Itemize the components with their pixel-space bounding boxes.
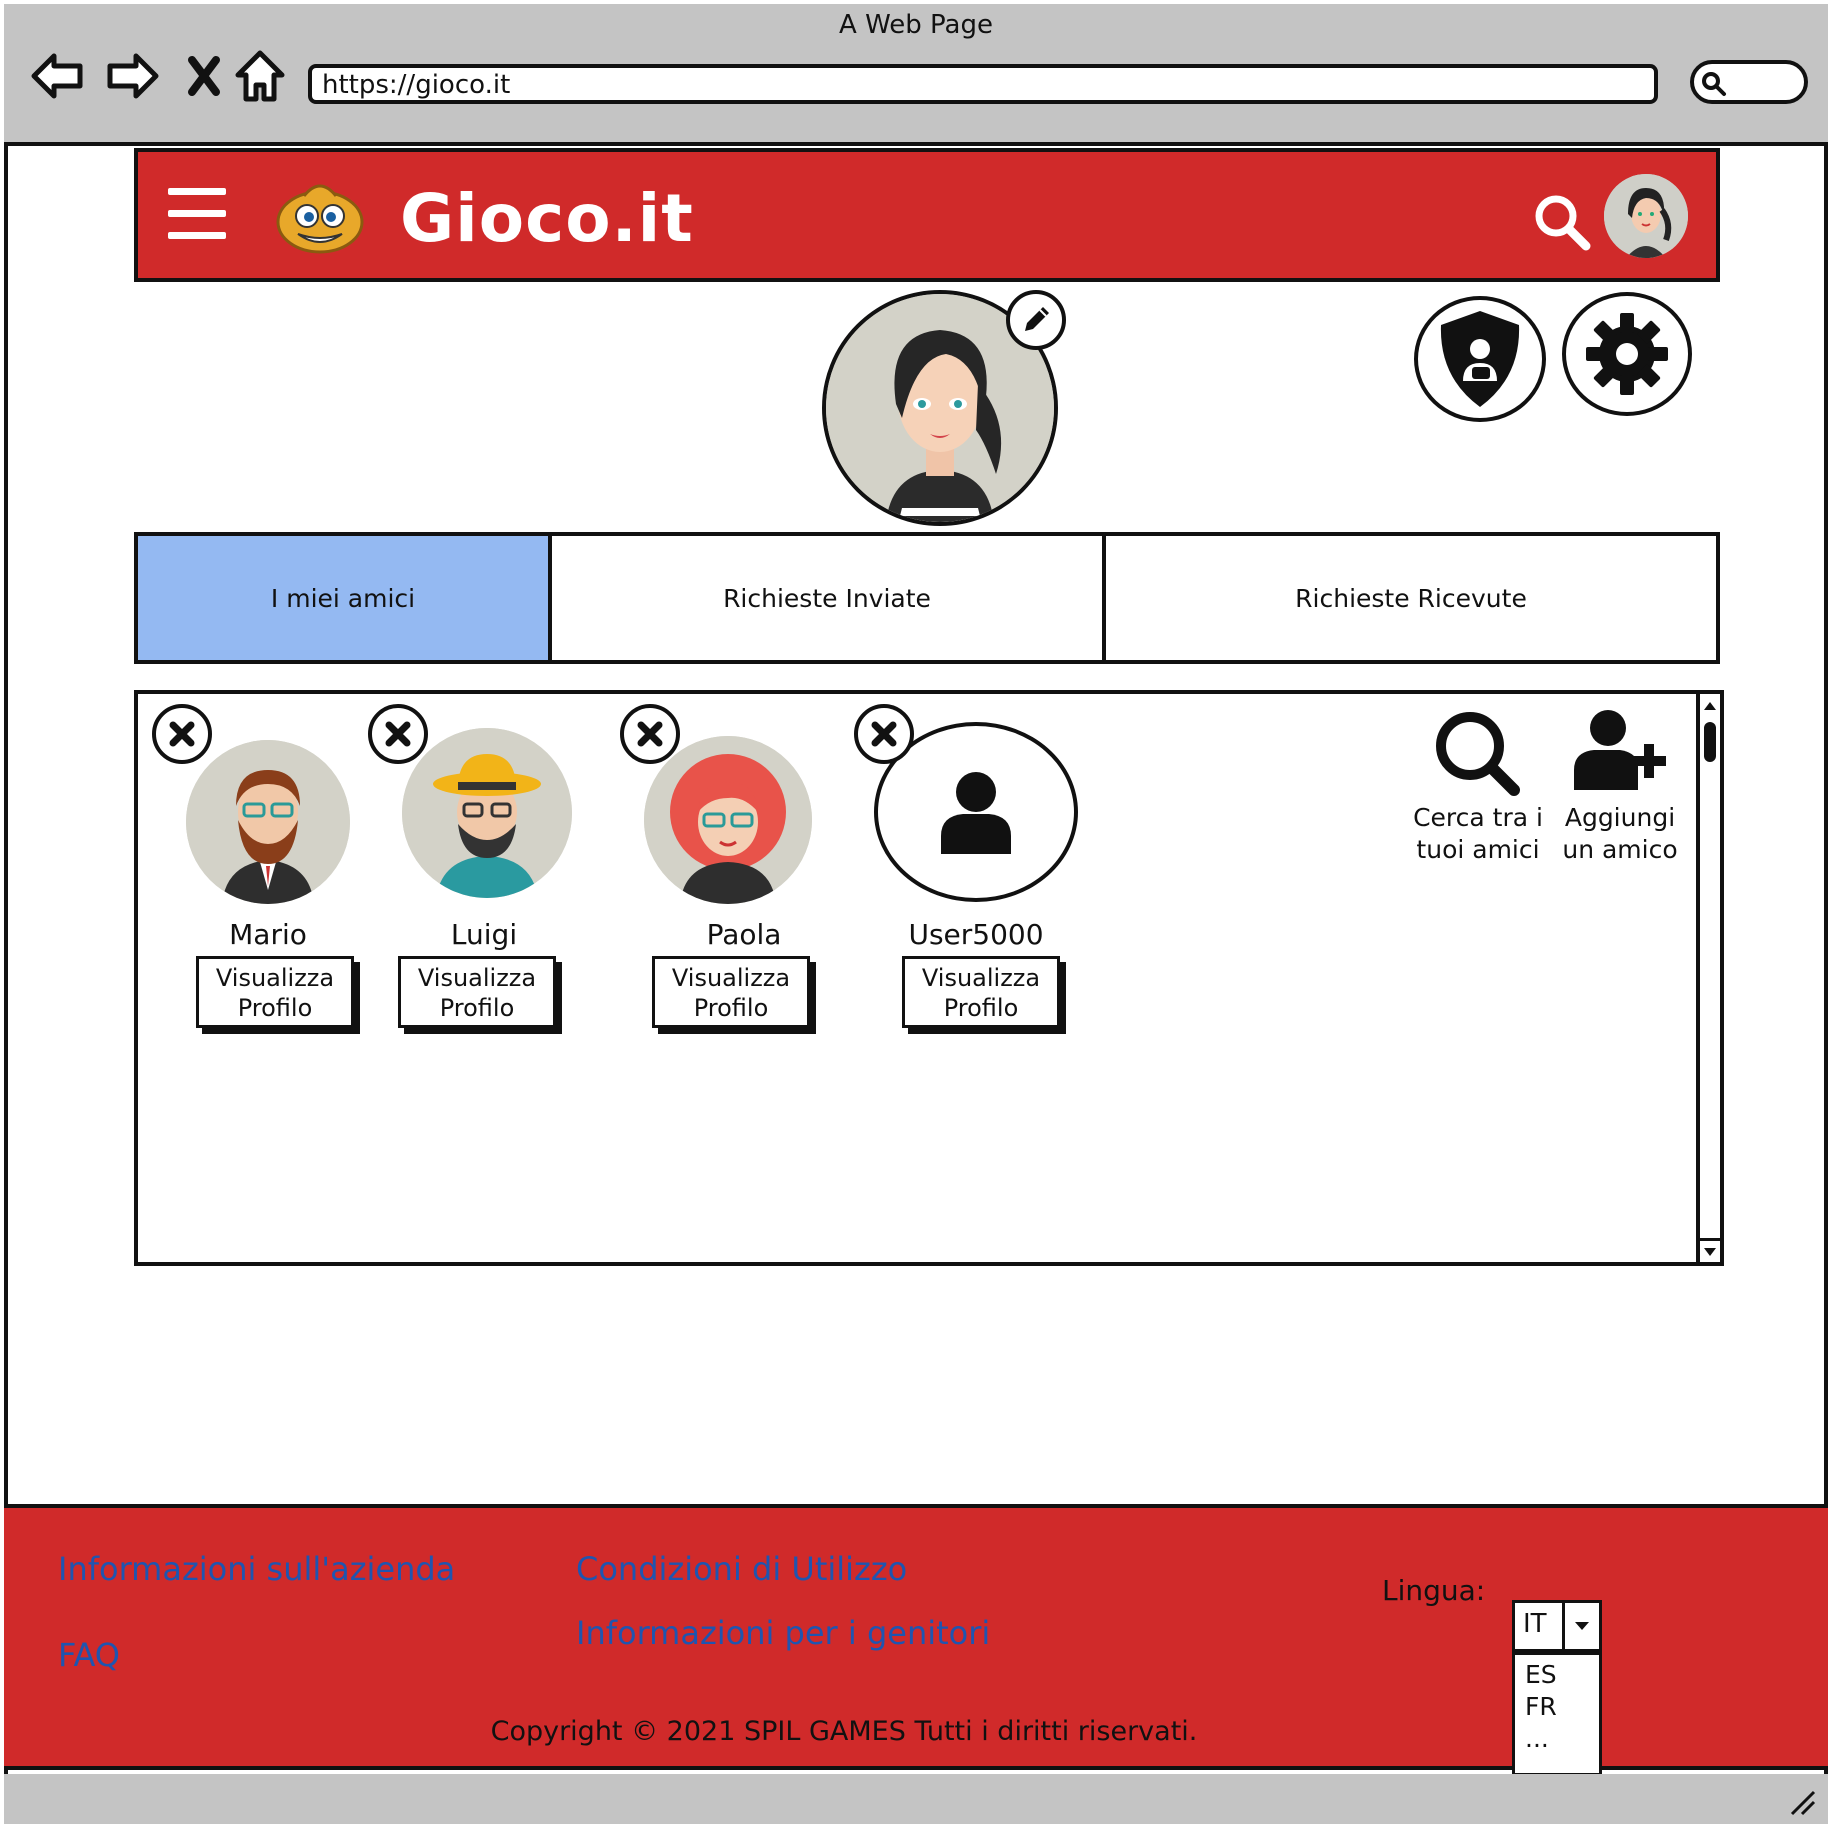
forward-arrow-icon[interactable] xyxy=(100,46,164,106)
friends-list-panel: Mario Visualizza Profilo Luigi Visualizz… xyxy=(134,690,1724,1266)
browser-search-field[interactable] xyxy=(1690,60,1808,104)
hamburger-menu-icon[interactable] xyxy=(168,188,226,240)
chevron-down-icon[interactable] xyxy=(1562,1603,1599,1649)
user-silhouette-icon xyxy=(941,772,1011,854)
stop-close-icon[interactable] xyxy=(172,46,236,106)
friend-name: User5000 xyxy=(908,918,1044,951)
resize-grip-icon[interactable] xyxy=(1786,1786,1816,1816)
remove-friend-button[interactable] xyxy=(620,704,680,764)
pencil-icon xyxy=(1025,307,1049,331)
add-friend-action[interactable]: Aggiungi un amico xyxy=(1550,706,1690,866)
company-info-link[interactable]: Informazioni sull'azienda xyxy=(58,1550,455,1588)
home-icon[interactable] xyxy=(228,46,292,106)
mascot-logo[interactable] xyxy=(274,176,366,256)
parents-info-link[interactable]: Informazioni per i genitori xyxy=(576,1614,990,1652)
friend-name: Mario xyxy=(229,918,307,951)
remove-friend-button[interactable] xyxy=(152,704,212,764)
tab-sent-requests[interactable]: Richieste Inviate xyxy=(552,536,1106,660)
add-user-icon xyxy=(1574,710,1666,790)
scroll-up-arrow-icon[interactable] xyxy=(1700,694,1720,718)
language-selected-value: IT xyxy=(1523,1609,1547,1639)
browser-status-bar xyxy=(4,1774,1828,1824)
parental-control-shield-icon xyxy=(1440,311,1520,407)
copyright-text: Copyright © 2021 SPIL GAMES Tutti i diri… xyxy=(490,1716,1198,1747)
friend-card: Mario Visualizza Profilo xyxy=(152,694,372,1054)
parental-control-button[interactable] xyxy=(1414,296,1546,422)
window-title: A Web Page xyxy=(839,10,993,40)
remove-x-icon xyxy=(871,721,897,747)
vertical-scrollbar[interactable] xyxy=(1696,694,1720,1262)
remove-friend-button[interactable] xyxy=(368,704,428,764)
search-icon[interactable] xyxy=(1530,190,1594,254)
language-label: Lingua: xyxy=(1382,1574,1486,1607)
scroll-down-arrow-icon[interactable] xyxy=(1700,1238,1720,1262)
friends-tab-bar: I miei amici Richieste Inviate Richieste… xyxy=(134,532,1720,664)
url-input[interactable]: https://gioco.it xyxy=(308,64,1658,104)
add-friend-label: Aggiungi un amico xyxy=(1562,803,1678,864)
search-friends-label: Cerca tra i tuoi amici xyxy=(1413,803,1543,864)
tab-my-friends[interactable]: I miei amici xyxy=(138,536,552,660)
gear-icon xyxy=(1586,313,1668,395)
friend-card: Paola Visualizza Profilo xyxy=(620,694,840,1054)
remove-x-icon xyxy=(169,721,195,747)
view-profile-button[interactable]: Visualizza Profilo xyxy=(196,956,354,1028)
friend-card: Luigi Visualizza Profilo xyxy=(368,694,588,1054)
view-profile-button[interactable]: Visualizza Profilo xyxy=(398,956,556,1028)
search-friends-action[interactable]: Cerca tra i tuoi amici xyxy=(1408,706,1548,866)
tab-received-requests[interactable]: Richieste Ricevute xyxy=(1106,536,1716,660)
language-option[interactable]: ES xyxy=(1525,1659,1589,1691)
view-profile-button[interactable]: Visualizza Profilo xyxy=(652,956,810,1028)
site-header: Gioco.it xyxy=(134,148,1720,282)
friend-name: Paola xyxy=(706,918,782,951)
friend-avatar xyxy=(402,728,572,898)
language-select[interactable]: IT xyxy=(1512,1600,1602,1652)
site-title[interactable]: Gioco.it xyxy=(400,180,694,257)
language-options-list: ES FR ... xyxy=(1512,1652,1602,1776)
friend-name: Luigi xyxy=(450,918,518,951)
settings-button[interactable] xyxy=(1562,292,1692,416)
faq-link[interactable]: FAQ xyxy=(58,1636,120,1674)
search-icon xyxy=(1436,712,1520,796)
remove-x-icon xyxy=(385,721,411,747)
friend-card: User5000 Visualizza Profilo xyxy=(854,694,1078,1054)
edit-avatar-button[interactable] xyxy=(1006,290,1066,350)
user-avatar[interactable] xyxy=(1604,174,1688,258)
scroll-thumb[interactable] xyxy=(1704,722,1716,762)
view-profile-button[interactable]: Visualizza Profilo xyxy=(902,956,1060,1028)
friend-avatar xyxy=(186,740,350,904)
remove-friend-button[interactable] xyxy=(854,704,914,764)
remove-x-icon xyxy=(637,721,663,747)
back-arrow-icon[interactable] xyxy=(26,46,90,106)
terms-link[interactable]: Condizioni di Utilizzo xyxy=(576,1550,907,1588)
friend-avatar xyxy=(644,736,812,904)
search-icon xyxy=(1702,72,1726,96)
site-footer: Informazioni sull'azienda FAQ Condizioni… xyxy=(4,1504,1828,1776)
